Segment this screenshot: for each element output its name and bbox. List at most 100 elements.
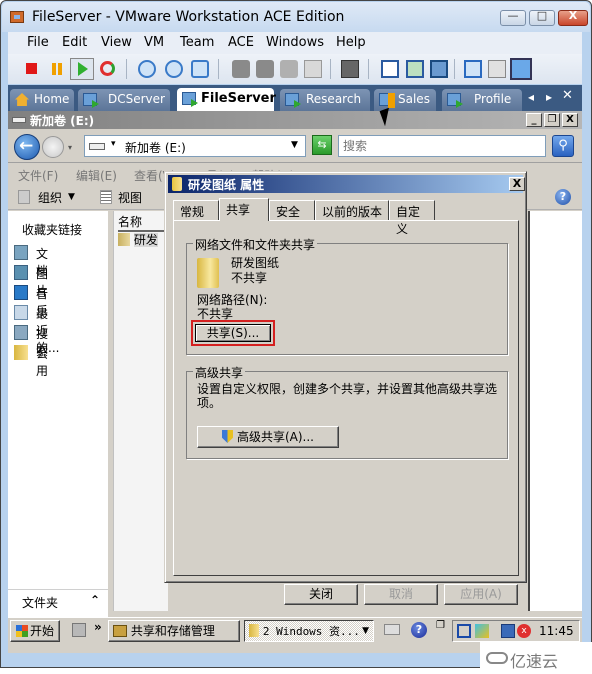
vmware-app-icon	[10, 11, 24, 23]
tab-security[interactable]: 安全	[269, 200, 315, 220]
menu-file[interactable]: File	[27, 35, 49, 50]
menu-team[interactable]: Team	[180, 35, 214, 50]
organize-dropdown-icon[interactable]: ▼	[68, 192, 75, 202]
vmware-tools-icon[interactable]	[457, 624, 471, 638]
minimize-button[interactable]: —	[500, 9, 526, 26]
dialog-close-button[interactable]: X	[509, 177, 525, 191]
sidebar-icon[interactable]	[381, 60, 399, 78]
share-status: 不共享	[231, 271, 268, 285]
tab-sharing[interactable]: 共享	[219, 198, 269, 221]
tab-research[interactable]: Research	[280, 89, 370, 111]
taskbar-item-explorer-group[interactable]: 2 Windows 资... ▼	[244, 620, 374, 642]
tab-home[interactable]: Home	[10, 89, 74, 111]
forward-button[interactable]	[42, 136, 64, 158]
file-item[interactable]: 研发	[118, 231, 158, 249]
tab-previous-versions[interactable]: 以前的版本	[315, 200, 389, 220]
quick-launch-chevron[interactable]: »	[94, 620, 102, 634]
column-header-name[interactable]: 名称	[118, 213, 168, 232]
tray-app-icon[interactable]	[475, 624, 489, 638]
tab-dcserver[interactable]: DCServer	[78, 89, 170, 111]
reset-icon[interactable]	[100, 61, 115, 76]
tab-prev-button[interactable]: ◂	[528, 90, 534, 104]
cancel-button[interactable]: 取消	[364, 584, 438, 605]
address-text: 新加卷 (E:)	[125, 141, 186, 155]
settings-icon[interactable]	[464, 60, 482, 78]
maximize-button[interactable]: □	[529, 9, 555, 26]
close-dialog-button[interactable]: 关闭	[284, 584, 358, 605]
tab-sales[interactable]: Sales	[374, 89, 436, 111]
menu-help[interactable]: Help	[336, 35, 366, 50]
tab-customize[interactable]: 自定义	[389, 200, 435, 236]
watermark-logo-icon	[486, 652, 508, 664]
explorer-minimize-button[interactable]: _	[526, 113, 542, 127]
refresh-button[interactable]: ⇆	[312, 135, 332, 155]
search-input[interactable]	[339, 136, 545, 156]
power-off-icon[interactable]	[26, 63, 37, 74]
network-icon[interactable]	[501, 624, 515, 638]
search-button[interactable]: ⚲	[552, 135, 574, 157]
advanced-sharing-button[interactable]: 高级共享(A)...	[197, 426, 339, 448]
vm-tab-bar: Home DCServer FileServer Research Sales …	[8, 85, 582, 112]
explorer-close-button[interactable]: X	[562, 113, 578, 127]
team-icon-1[interactable]	[232, 60, 250, 78]
organize-button[interactable]: 组织	[38, 189, 62, 206]
tab-fileserver[interactable]: FileServer	[177, 88, 276, 112]
menu-view[interactable]: View	[101, 35, 132, 50]
close-button[interactable]: X	[558, 9, 588, 26]
usb-icon[interactable]	[304, 60, 322, 78]
views-button[interactable]: 视图	[118, 189, 142, 206]
clock[interactable]: 11:45	[539, 624, 574, 638]
advanced-sharing-description: 设置自定义权限，创建多个共享，并设置其他高级共享选项。	[197, 382, 498, 410]
system-tray: x 11:45	[452, 620, 580, 642]
tab-profile[interactable]: Profile	[442, 89, 522, 111]
menu-edit-cn[interactable]: 编辑(E)	[76, 167, 117, 184]
fullscreen-icon[interactable]	[406, 60, 424, 78]
snapshot-manager-icon[interactable]	[191, 60, 209, 78]
tab-close-button[interactable]: ✕	[562, 88, 573, 103]
start-button[interactable]: 开始	[10, 620, 60, 642]
address-dropdown-icon[interactable]: ▼	[291, 140, 298, 150]
snapshot-take-icon[interactable]	[138, 60, 156, 78]
address-row: ▾ ▾ 新加卷 (E:) ▼ ⇆ ⚲	[8, 131, 582, 163]
taskbar-item-share-storage[interactable]: 共享和存储管理	[108, 620, 240, 642]
tab-general[interactable]: 常规	[173, 200, 219, 220]
folder-icon	[172, 177, 182, 191]
summary-icon[interactable]	[488, 60, 506, 78]
history-dropdown-icon[interactable]: ▾	[68, 143, 72, 152]
search-field[interactable]	[338, 135, 546, 157]
folders-toggle[interactable]: 文件夹 ⌃	[8, 589, 108, 611]
language-bar-restore-icon[interactable]: ❐	[436, 620, 445, 631]
tabs-icon[interactable]	[510, 58, 532, 80]
folder-icon	[197, 258, 219, 288]
volume-muted-icon[interactable]: x	[517, 624, 531, 638]
team-icon-2[interactable]	[256, 60, 274, 78]
apply-button[interactable]: 应用(A)	[444, 584, 518, 605]
share-storage-icon	[113, 625, 127, 637]
server-manager-icon[interactable]	[72, 623, 86, 637]
snapshot-revert-icon[interactable]	[165, 60, 183, 78]
new-vm-icon[interactable]	[280, 60, 298, 78]
toolbar-separator	[126, 59, 127, 79]
quick-switch-icon[interactable]	[430, 60, 448, 78]
maximize-icon: □	[536, 9, 548, 22]
back-button[interactable]	[14, 134, 40, 160]
folder-icon	[118, 233, 130, 246]
share-button[interactable]: 共享(S)...	[195, 324, 271, 342]
menu-edit[interactable]: Edit	[62, 35, 87, 50]
explorer-restore-button[interactable]: ❐	[544, 113, 560, 127]
file-name: 研发	[133, 233, 158, 247]
power-on-button[interactable]	[70, 58, 94, 80]
search-folder-icon	[14, 325, 28, 340]
suspend-icon[interactable]	[52, 63, 56, 75]
menu-file-cn[interactable]: 文件(F)	[18, 167, 58, 184]
keyboard-icon[interactable]	[384, 624, 400, 635]
console-icon[interactable]	[341, 60, 359, 78]
help-icon[interactable]: ?	[555, 189, 571, 205]
help-icon[interactable]: ?	[411, 622, 427, 638]
tab-next-button[interactable]: ▸	[546, 90, 552, 104]
address-bar[interactable]: ▾ 新加卷 (E:) ▼	[84, 135, 306, 157]
menu-vm[interactable]: VM	[144, 35, 164, 50]
menu-ace[interactable]: ACE	[228, 35, 254, 50]
navigation-pane: 收藏夹链接 文档 图片 音乐 最近的... 搜索 公用	[8, 211, 108, 623]
menu-windows[interactable]: Windows	[266, 35, 324, 50]
